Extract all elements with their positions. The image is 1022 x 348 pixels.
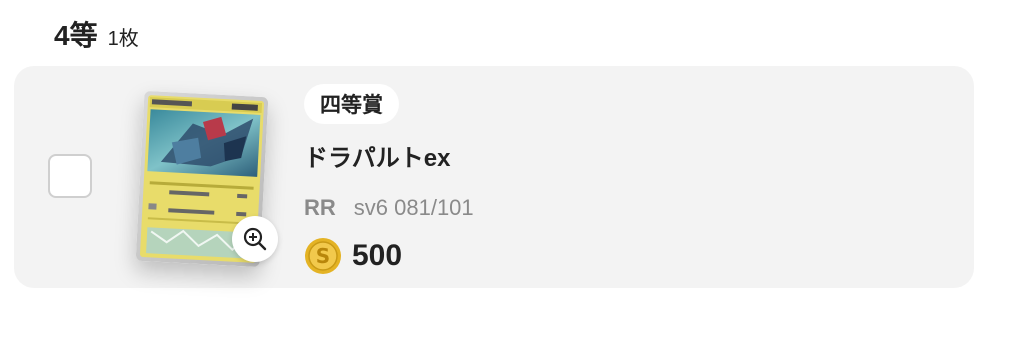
price-row: S 500 [304, 237, 474, 275]
svg-text:S: S [316, 244, 330, 268]
rank-count: 1枚 [107, 28, 139, 50]
rank-title: 4等 [54, 20, 98, 51]
card-rarity: RR [304, 195, 336, 220]
zoom-in-icon [243, 227, 267, 251]
card-price: 500 [352, 239, 403, 272]
card-row: 四等賞 ドラパルトex RR sv6 081/101 S 500 [14, 66, 974, 288]
zoom-button[interactable] [232, 216, 278, 262]
card-name: ドラパルトex [304, 145, 451, 172]
card-meta: RR sv6 081/101 [304, 195, 474, 221]
select-checkbox[interactable] [48, 154, 92, 198]
card-set-number: sv6 081/101 [353, 195, 474, 220]
coin-icon: S [305, 238, 341, 274]
prize-badge: 四等賞 [304, 84, 399, 124]
rank-header: 4等 1枚 [54, 14, 139, 54]
card-info: 四等賞 ドラパルトex RR sv6 081/101 S 500 [304, 84, 474, 275]
